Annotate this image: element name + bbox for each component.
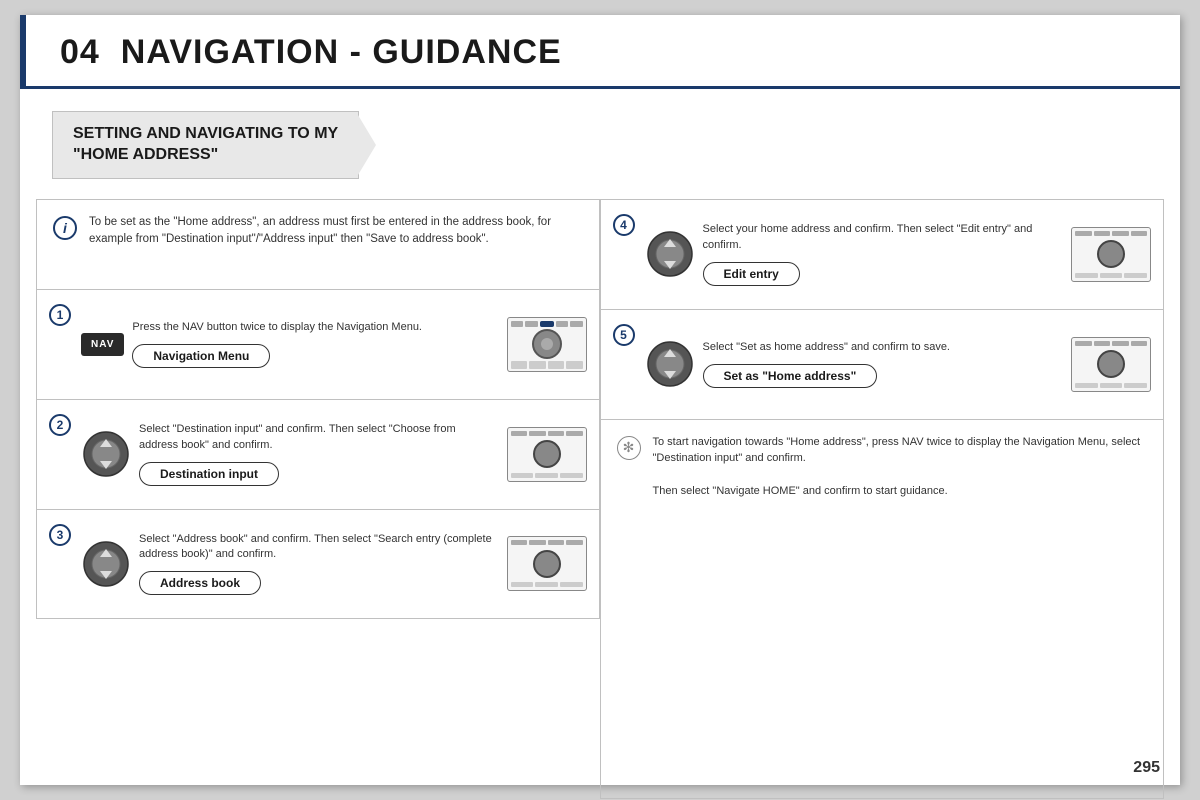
step-5-text: Select "Set as home address" and confirm…: [703, 340, 1062, 355]
device-mockup-3: [507, 536, 587, 591]
step-1-number: 1: [49, 304, 71, 326]
info-text: To be set as the "Home address", an addr…: [89, 214, 583, 249]
step-1-pill: Navigation Menu: [132, 344, 270, 368]
step-2-number: 2: [49, 414, 71, 436]
device-mockup-4: [1071, 227, 1151, 282]
section-title-box: SETTING AND NAVIGATING TO MY "HOME ADDRE…: [52, 111, 359, 179]
step-2-pill: Destination input: [139, 462, 279, 486]
step-4-content: Select your home address and confirm. Th…: [645, 222, 1062, 286]
knob-icon-4: [645, 229, 695, 279]
step-2-content: Select "Destination input" and confirm. …: [81, 422, 497, 486]
knob-icon-5: [645, 339, 695, 389]
tip-box: ✻ To start navigation towards "Home addr…: [601, 419, 1165, 799]
tip-text: To start navigation towards "Home addres…: [653, 434, 1148, 500]
step-3-text: Select "Address book" and confirm. Then …: [139, 532, 497, 563]
step-4-box: 4 Select your home address and confirm. …: [601, 199, 1165, 309]
page: 04 NAVIGATION - GUIDANCE SETTING AND NAV…: [20, 15, 1180, 785]
info-icon: i: [53, 216, 77, 240]
step-1-text: Press the NAV button twice to display th…: [132, 320, 496, 335]
step-5-content: Select "Set as home address" and confirm…: [645, 339, 1062, 389]
nav-button: NAV: [81, 333, 124, 356]
section-title-container: SETTING AND NAVIGATING TO MY "HOME ADDRE…: [36, 99, 1164, 191]
step-1-box: 1 NAV Press the NAV button twice to disp…: [36, 289, 600, 399]
section-title: SETTING AND NAVIGATING TO MY "HOME ADDRE…: [73, 124, 338, 166]
step-3-box: 3 Select "Address book" and confirm. The…: [36, 509, 600, 619]
step-3-content: Select "Address book" and confirm. Then …: [81, 532, 497, 596]
step-5-number: 5: [613, 324, 635, 346]
step-4-pill: Edit entry: [703, 262, 800, 286]
step-5-box: 5 Select "Set as home address" and confi…: [601, 309, 1165, 419]
step-5-pill: Set as "Home address": [703, 364, 878, 388]
info-box: i To be set as the "Home address", an ad…: [36, 199, 600, 289]
step-4-number: 4: [613, 214, 635, 236]
device-mockup-5: [1071, 337, 1151, 392]
left-column: i To be set as the "Home address", an ad…: [36, 199, 601, 799]
step-1-content: NAV Press the NAV button twice to displa…: [81, 320, 497, 368]
step-2-text: Select "Destination input" and confirm. …: [139, 422, 497, 453]
tip-icon: ✻: [617, 436, 641, 460]
step-3-pill: Address book: [139, 571, 261, 595]
knob-icon-2: [81, 429, 131, 479]
step-4-text: Select your home address and confirm. Th…: [703, 222, 1062, 253]
content-area: i To be set as the "Home address", an ad…: [36, 199, 1164, 799]
page-header: 04 NAVIGATION - GUIDANCE: [20, 15, 1180, 89]
page-number: 295: [1133, 759, 1160, 777]
knob-icon-3: [81, 539, 131, 589]
step-2-box: 2 Select "Destination in: [36, 399, 600, 509]
device-mockup-1: [507, 317, 587, 372]
step-3-number: 3: [49, 524, 71, 546]
device-mockup-2: [507, 427, 587, 482]
page-title: 04 NAVIGATION - GUIDANCE: [50, 33, 1150, 72]
right-column: 4 Select your home address and confirm. …: [601, 199, 1165, 799]
